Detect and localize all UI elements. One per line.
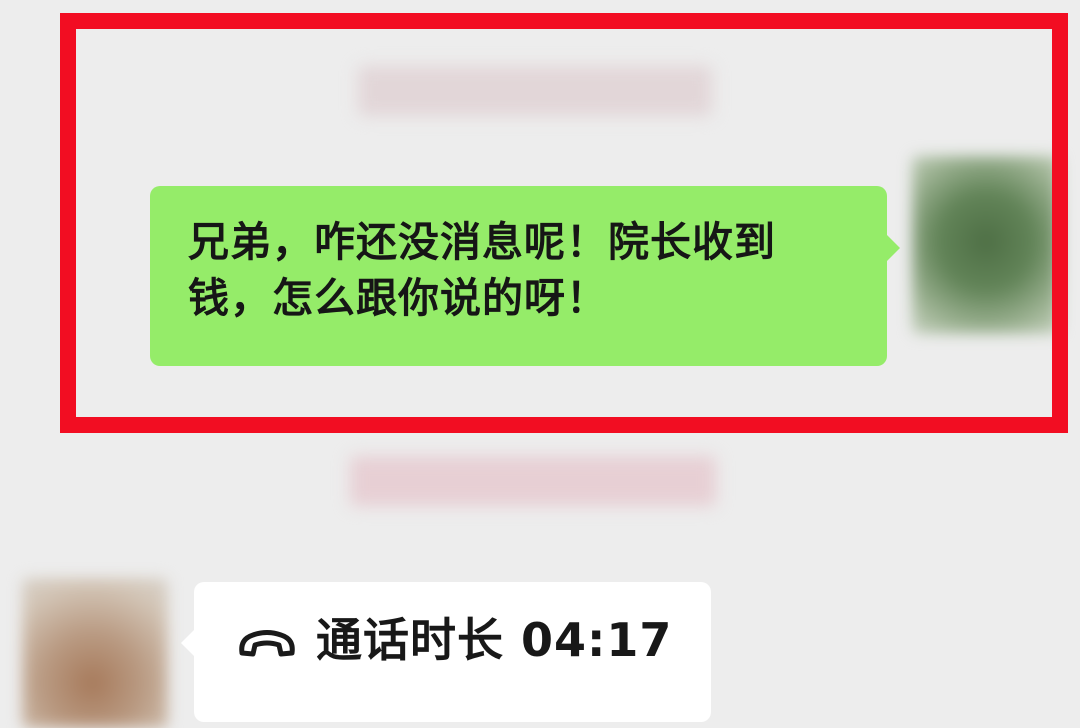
sent-message-text: 兄弟，咋还没消息呢！院长收到钱，怎么跟你说的呀！ [188,218,776,322]
call-duration-text: 通话时长 04:17 [316,613,673,667]
avatar-self[interactable] [912,156,1060,334]
sent-message-bubble[interactable]: 兄弟，咋还没消息呢！院长收到钱，怎么跟你说的呀！ [150,186,900,366]
phone-hangup-icon [236,620,298,660]
call-record-bubble[interactable]: 通话时长 04:17 [181,582,711,722]
timestamp-blurred [358,66,712,116]
avatar-contact[interactable] [22,578,168,728]
timestamp-blurred [350,456,716,506]
